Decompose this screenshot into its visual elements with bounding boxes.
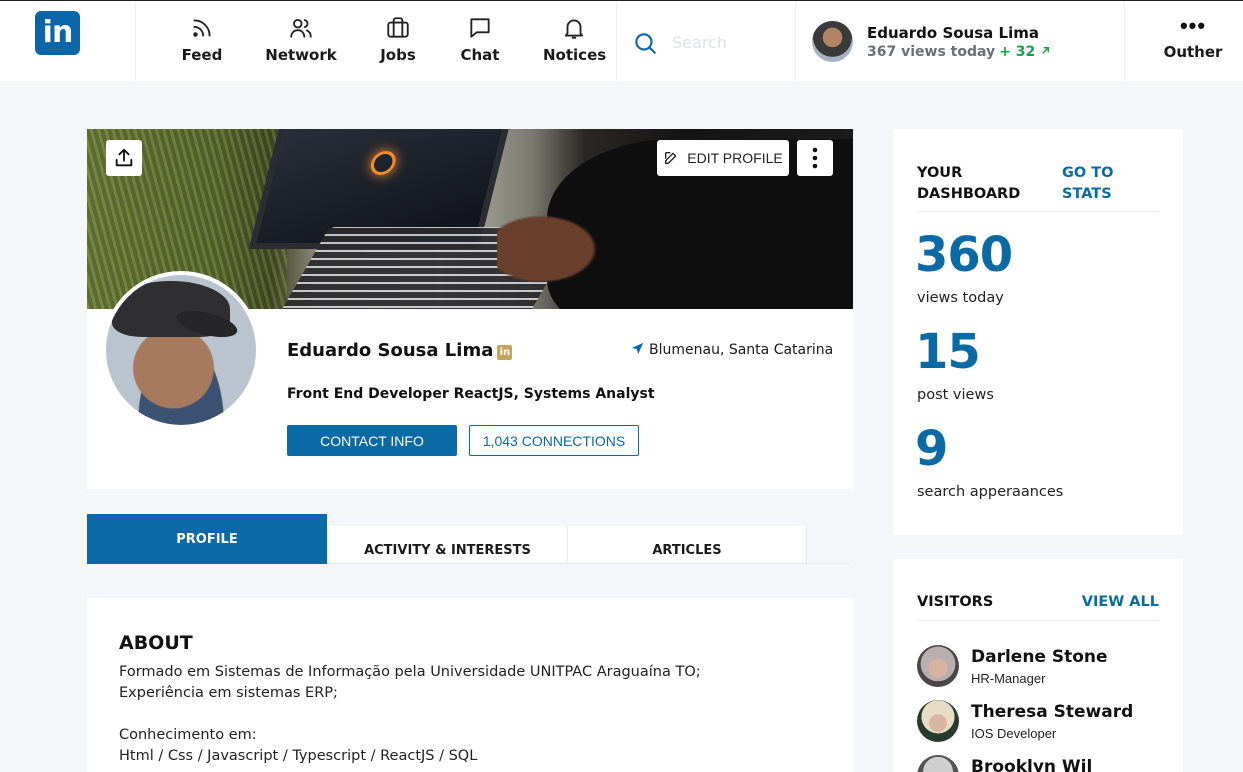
more-horizontal-icon: ••• [1179,13,1207,38]
avatar [812,21,853,62]
dashboard-card: YOUR DASHBOARD GO TO STATS 360 views tod… [893,129,1183,535]
current-user-name: Eduardo Sousa Lima [867,24,1039,42]
search-box[interactable] [632,29,782,57]
location-arrow-icon [631,342,644,355]
nav-notices-label: Notices [543,46,607,64]
profile-card: EDIT PROFILE Eduardo Sousa Lima in Blumen… [87,129,853,489]
tab-activity-interests[interactable]: ACTIVITY & INTERESTS [327,526,567,564]
nav-jobs[interactable]: Jobs [376,15,420,75]
nav-feed-label: Feed [181,46,223,64]
search-input[interactable] [672,29,782,55]
about-line: Conhecimento em: [119,727,257,743]
share-button[interactable] [106,140,142,176]
avatar [917,645,959,687]
nav-chat[interactable]: Chat [459,15,501,75]
divider [135,2,136,81]
stat-views-today-value: 360 [915,227,1013,283]
nav-network-label: Network [265,46,337,64]
current-user[interactable]: Eduardo Sousa Lima 367 views today + 32 [812,19,1112,65]
more-vertical-icon [812,147,818,169]
profile-tabs: PROFILE ACTIVITY & INTERESTS ARTICLES [87,514,853,564]
search-icon [635,33,656,54]
go-to-stats-link[interactable]: GO TO STATS [1062,163,1152,205]
edit-icon [665,152,677,164]
linkedin-badge-icon: in [497,345,513,360]
nav-feed[interactable]: Feed [178,15,226,75]
visitor-item[interactable]: Theresa Steward IOS Developer [917,700,1167,744]
current-user-views: 367 views today + 32 [867,44,1051,60]
other-menu-label: Outher [1163,43,1223,61]
connections-button[interactable]: 1,043 CONNECTIONS [469,425,639,456]
edit-profile-button[interactable]: EDIT PROFILE [657,140,789,176]
more-options-button[interactable] [797,140,833,176]
nav-notices[interactable]: Notices [543,15,607,75]
stat-views-today-label: views today [917,290,1004,306]
arrow-up-right-icon [1042,47,1050,54]
briefcase-icon [387,17,409,38]
visitor-role: IOS Developer [971,726,1057,741]
visitor-name: Darlene Stone [971,647,1108,667]
divider [327,563,849,564]
nav-network[interactable]: Network [264,15,338,75]
visitor-item[interactable]: Darlene Stone HR-Manager [917,645,1167,689]
divider [795,2,796,81]
avatar [917,755,959,772]
nav-chat-label: Chat [460,46,500,64]
profile-avatar[interactable] [102,271,260,429]
profile-headline: Front End Developer ReactJS, Systems Ana… [287,386,655,402]
linkedin-logo[interactable]: in [35,11,80,55]
visitor-item[interactable]: Brooklyn Wil [917,755,1167,772]
profile-location: Blumenau, Santa Catarina [630,341,833,358]
view-all-link[interactable]: VIEW ALL [1082,594,1159,610]
stat-post-views-label: post views [917,387,994,403]
users-icon [290,18,312,38]
about-section: ABOUT Formado em Sistemas de Informação … [87,598,853,772]
visitors-title: VISITORS [917,594,994,610]
divider [616,2,617,81]
dashboard-title: YOUR DASHBOARD [917,165,1021,202]
divider [1124,2,1125,81]
tab-articles[interactable]: ARTICLES [567,526,807,564]
other-menu[interactable]: ••• Outher [1158,13,1228,62]
stat-search-appearances-value: 9 [915,421,948,477]
about-line: Experiência em sistemas ERP; [119,685,338,701]
upload-icon [115,148,133,167]
about-line: Html / Css / Javascript / Typescript / R… [119,748,478,764]
stat-search-appearances-label: search apperaances [917,484,1064,500]
about-line: Formado em Sistemas de Informação pela U… [119,664,701,680]
contact-info-button[interactable]: CONTACT INFO [287,425,457,456]
dashboard-header: YOUR DASHBOARD GO TO STATS [917,163,1159,212]
visitors-header: VISITORS VIEW ALL [917,593,1159,621]
rss-icon [193,19,211,37]
edit-profile-label: EDIT PROFILE [687,150,783,166]
stat-post-views-value: 15 [915,324,981,380]
bell-icon [564,19,584,39]
about-heading: ABOUT [119,632,193,654]
visitor-name: Brooklyn Wil [971,757,1093,772]
visitors-card: VISITORS VIEW ALL Darlene Stone HR-Manag… [893,559,1183,772]
nav-jobs-label: Jobs [380,46,416,64]
avatar [917,700,959,742]
visitor-name: Theresa Steward [971,702,1134,722]
profile-name: Eduardo Sousa Lima in [287,340,513,361]
message-icon [470,18,490,38]
views-delta: + 32 [999,44,1051,60]
top-navigation-bar: in Feed Network Jobs Chat Notices Search… [0,0,1243,81]
tab-profile[interactable]: PROFILE [87,514,327,564]
visitor-role: HR-Manager [971,671,1046,686]
